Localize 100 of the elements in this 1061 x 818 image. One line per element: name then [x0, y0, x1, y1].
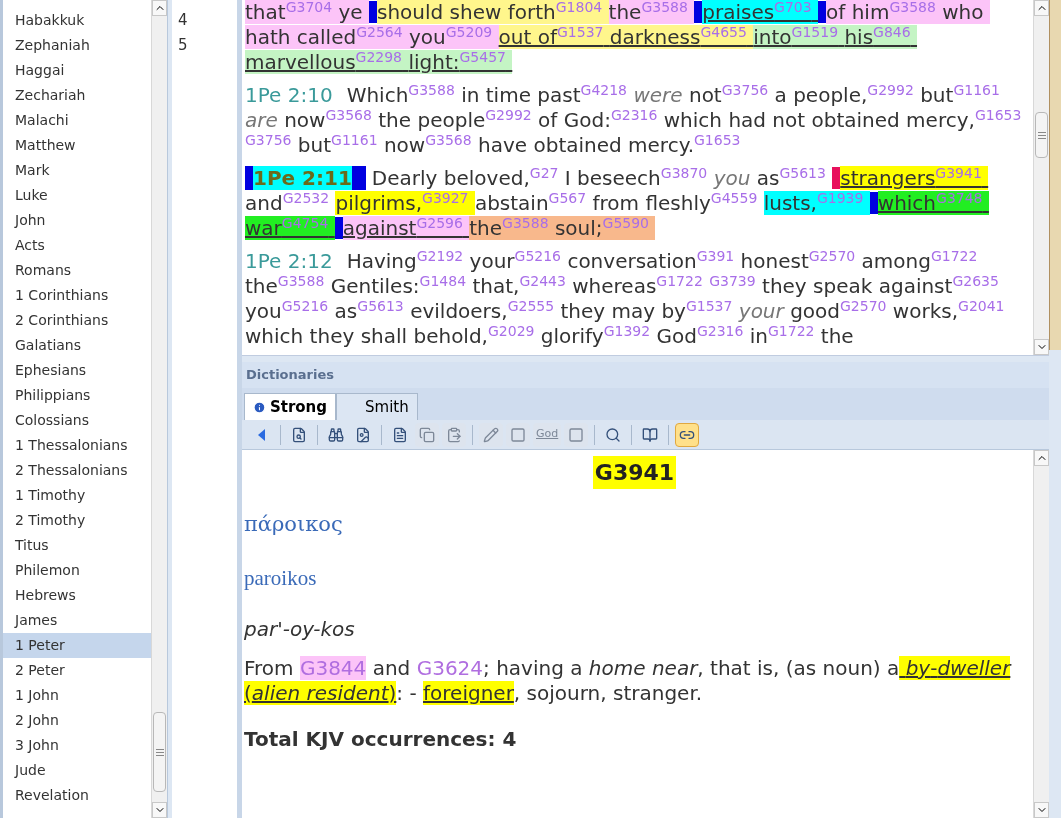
verse-word[interactable]: hath called$^{G2564}$ [245, 25, 409, 49]
link-button[interactable] [675, 422, 700, 447]
dictionary-tab[interactable]: Strong [244, 393, 336, 420]
verse-word[interactable]: of him$^{G3588}$ [826, 0, 943, 24]
verse-word[interactable]: Dearly beloved,$^{G27}$ [371, 166, 565, 190]
dictionary-tab[interactable]: Smith [336, 393, 418, 420]
scroll-down-icon[interactable] [1034, 802, 1049, 818]
verse-word[interactable]: but$^{G1161}$ [920, 83, 1007, 107]
book-item[interactable]: Philippians [3, 383, 151, 408]
verse-word[interactable]: were [633, 83, 689, 107]
verse-word[interactable]: whereas$^{G1722}$ [572, 274, 710, 298]
verse-word[interactable]: they speak against$^{G2635}$ [762, 274, 1006, 298]
book-item[interactable]: Zephaniah [3, 33, 151, 58]
verse-word[interactable]: honest$^{G2570}$ [740, 249, 862, 273]
scroll-up-icon[interactable] [152, 0, 167, 16]
verse-word[interactable]: now$^{G3568}$ [284, 108, 379, 132]
verse-word[interactable]: I beseech$^{G3870}$ [564, 166, 714, 190]
book-item[interactable]: Colossians [3, 408, 151, 433]
book-item[interactable]: 2 Timothy [3, 508, 151, 533]
book-item[interactable]: Galatians [3, 333, 151, 358]
verse-word[interactable]: but$^{G1161}$ [297, 133, 384, 157]
book-item[interactable]: Revelation [3, 783, 151, 808]
verse-word[interactable]: the people$^{G2992}$ [378, 108, 539, 132]
scroll-down-icon[interactable] [1034, 339, 1049, 355]
verse-word[interactable]: your [738, 299, 791, 323]
verse-word[interactable]: among$^{G1722}$ [861, 249, 984, 273]
verse-word[interactable]: out of$^{G1537}$ [498, 25, 610, 49]
book-item[interactable]: 3 John [3, 733, 151, 758]
scroll-down-icon[interactable] [152, 802, 167, 818]
book-item[interactable]: 1 John [3, 683, 151, 708]
book-item[interactable]: Ephesians [3, 358, 151, 383]
scroll-up-icon[interactable] [1034, 0, 1049, 16]
verse-word[interactable]: Which$^{G3588}$ [346, 83, 462, 107]
verse-word[interactable]: who [942, 0, 990, 24]
verse-word[interactable]: you [713, 166, 757, 190]
book-item[interactable]: 2 Corinthians [3, 308, 151, 333]
chapter-item[interactable]: 4 [172, 8, 237, 33]
verse-word[interactable]: have obtained mercy.$^{G1653}$ [478, 133, 747, 157]
book-item[interactable]: Acts [3, 233, 151, 258]
book-item[interactable]: John [3, 208, 151, 233]
verse-word[interactable]: in time past$^{G4218}$ [461, 83, 634, 107]
verse-word[interactable]: now$^{G3568}$ [383, 133, 479, 157]
verse-word[interactable]: praises$^{G703}$ [702, 0, 819, 24]
verse-word[interactable]: strangers$^{G3941}$ [840, 166, 989, 190]
verse-word[interactable]: the [820, 324, 860, 348]
verse-word[interactable]: into$^{G1519}$ [753, 25, 845, 49]
verse-word[interactable]: should shew forth$^{G1804}$ [376, 0, 609, 24]
verse-reference[interactable]: 1Pe 2:11 [245, 166, 366, 190]
verse-word[interactable]: war$^{G4754}$ [245, 216, 335, 240]
book-item[interactable]: Jude [3, 758, 151, 783]
book-item[interactable]: Mark [3, 158, 151, 183]
verse-word[interactable]: G3756 [245, 133, 298, 157]
verse-word[interactable]: you$^{G5209}$ [409, 25, 499, 49]
verse-word[interactable]: soul;$^{G5590}$ [554, 216, 656, 240]
verse-word[interactable]: you$^{G5216}$ [245, 299, 335, 323]
book-item[interactable]: Titus [3, 533, 151, 558]
verse-word[interactable]: glorify$^{G1392}$ [540, 324, 657, 348]
book-item[interactable]: 1 Peter [3, 633, 151, 658]
book-item[interactable]: 2 Peter [3, 658, 151, 683]
verse-word[interactable]: which$^{G3748}$ [877, 191, 989, 215]
book-item[interactable]: Haggai [3, 58, 151, 83]
verse-word[interactable]: works,$^{G2041}$ [892, 299, 1011, 323]
book-item[interactable]: Habakkuk [3, 8, 151, 33]
verse-word[interactable]: G3739 [709, 274, 763, 298]
chapter-item[interactable]: 5 [172, 33, 237, 58]
verse-word[interactable]: are [245, 108, 285, 132]
book-item[interactable]: Malachi [3, 108, 151, 133]
verse-word[interactable]: your$^{G5216}$ [469, 249, 568, 273]
book-item[interactable]: 1 Timothy [3, 483, 151, 508]
verse-word[interactable]: evildoers,$^{G2555}$ [410, 299, 561, 323]
verse-word[interactable]: and$^{G2532}$ [245, 191, 336, 215]
verse-word[interactable]: mercy,$^{G1653}$ [906, 108, 1028, 132]
verse-word[interactable]: which had not obtained [663, 108, 907, 132]
verse-word[interactable]: darkness$^{G4655}$ [609, 25, 754, 49]
verse-word[interactable]: pilgrims,$^{G3927}$ [335, 191, 475, 215]
scroll-up-icon[interactable] [1034, 450, 1049, 466]
verse-word[interactable]: marvellous$^{G2298}$ [245, 50, 409, 74]
verse-word[interactable]: God$^{G2316}$ [656, 324, 750, 348]
verse-word[interactable]: Gentiles:$^{G1484}$ [330, 274, 473, 298]
book-item[interactable]: Philemon [3, 558, 151, 583]
verse-word[interactable]: abstain$^{G567}$ [474, 191, 593, 215]
verse-word[interactable]: the$^{G3588}$ [245, 274, 331, 298]
verse-word[interactable]: light:$^{G5457}$ [408, 50, 513, 74]
verse-word[interactable]: a people,$^{G2992}$ [774, 83, 921, 107]
verse-word[interactable]: that,$^{G2443}$ [472, 274, 573, 298]
dictionary-scrollbar[interactable] [1033, 450, 1049, 818]
verse-word[interactable]: good$^{G2570}$ [790, 299, 893, 323]
verse-word[interactable]: from fleshly$^{G4559}$ [592, 191, 764, 215]
verse-word[interactable]: that$^{G3704}$ [245, 0, 339, 24]
book-item[interactable]: Hebrews [3, 583, 151, 608]
text-scrollbar[interactable] [1033, 0, 1049, 355]
verse-word[interactable]: they may by$^{G1537}$ [560, 299, 739, 323]
book-item[interactable]: 1 Corinthians [3, 283, 151, 308]
verse-word[interactable]: conversation$^{G391}$ [567, 249, 741, 273]
verse-word[interactable]: as$^{G5613}$ [334, 299, 411, 323]
verse-word[interactable]: ye [338, 0, 369, 24]
verse-word[interactable]: the$^{G3588}$ [469, 216, 555, 240]
book-item[interactable]: Luke [3, 183, 151, 208]
book-item[interactable]: Romans [3, 258, 151, 283]
verse-word[interactable]: of God:$^{G2316}$ [538, 108, 664, 132]
